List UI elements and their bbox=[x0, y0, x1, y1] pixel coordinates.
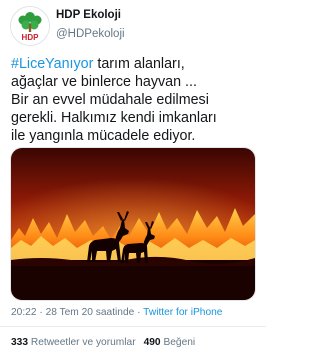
meta-separator: · bbox=[36, 307, 46, 318]
retweets-count: 333 bbox=[11, 337, 28, 348]
hashtag-link[interactable]: #LiceYanıyor bbox=[11, 56, 93, 72]
tweet-source-link[interactable]: Twitter for iPhone bbox=[143, 307, 222, 318]
tweet-header: HDP HDP Ekoloji @HDPekoloji bbox=[0, 0, 266, 50]
avatar[interactable]: HDP bbox=[10, 6, 50, 46]
retweets-label: Retweetler ve yorumlar bbox=[30, 337, 136, 348]
retweets-stat[interactable]: 333 Retweetler ve yorumlar bbox=[11, 337, 136, 348]
divider bbox=[0, 326, 266, 327]
meta-separator: · bbox=[134, 307, 144, 318]
tweet-time[interactable]: 20:22 bbox=[11, 307, 37, 318]
account-name[interactable]: HDP Ekoloji bbox=[56, 9, 121, 21]
avatar-text: HDP bbox=[22, 33, 40, 42]
tweet-line-2: ağaçlar ve binlerce hayvan ... bbox=[11, 74, 197, 90]
account-handle[interactable]: @HDPekoloji bbox=[56, 28, 125, 40]
tweet-date[interactable]: 28 Tem 20 saatinde bbox=[46, 307, 135, 318]
tweet-text: #LiceYanıyor tarım alanları, ağaçlar ve … bbox=[11, 55, 261, 145]
likes-count: 490 bbox=[143, 337, 161, 348]
tweet-stats: 333 Retweetler ve yorumlar 490 Beğeni bbox=[11, 337, 195, 348]
tweet-line-4: gerekli. Halkımız kendi imkanları bbox=[11, 110, 217, 126]
tweet-media-photo[interactable] bbox=[10, 147, 256, 301]
likes-label: Beğeni bbox=[163, 337, 196, 348]
tweet-line-1-text: tarım alanları, bbox=[93, 56, 185, 72]
tweet-line-5: ile yangınla mücadele ediyor. bbox=[11, 128, 196, 144]
tweet-meta: 20:22 · 28 Tem 20 saatinde · Twitter for… bbox=[11, 307, 222, 318]
fire-deer-photo bbox=[11, 148, 255, 300]
hdp-tree-logo-icon: HDP bbox=[11, 7, 49, 45]
tweet-line-1: #LiceYanıyor tarım alanları, bbox=[11, 55, 261, 73]
tweet-line-3: Bir an evvel müdahale edilmesi bbox=[11, 92, 209, 108]
likes-stat[interactable]: 490 Beğeni bbox=[144, 337, 196, 348]
